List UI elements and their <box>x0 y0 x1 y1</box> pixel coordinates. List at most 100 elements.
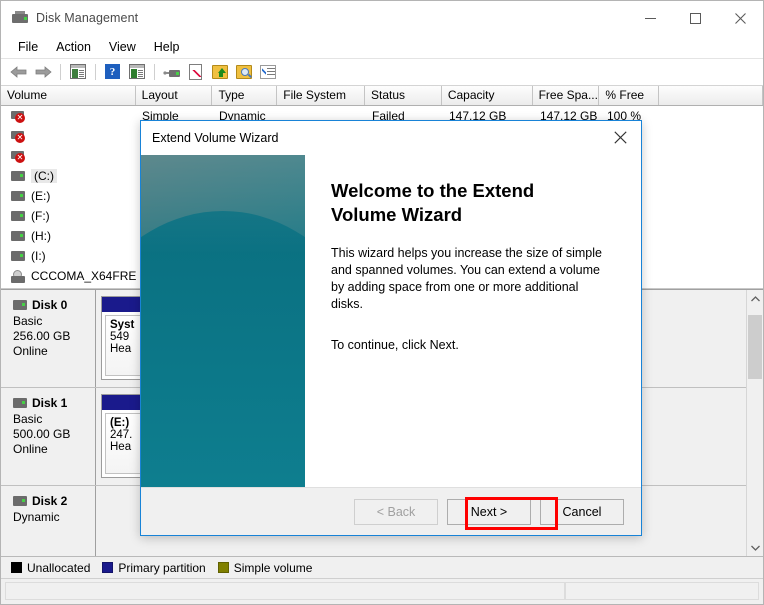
close-icon[interactable] <box>599 121 641 154</box>
column-header-volume[interactable]: Volume <box>1 86 136 105</box>
toolbar: ? <box>1 59 763 86</box>
close-icon[interactable] <box>718 1 763 35</box>
forward-arrow-icon[interactable] <box>32 61 54 83</box>
window-controls <box>628 1 763 35</box>
wizard-titlebar: Extend Volume Wizard <box>141 121 641 154</box>
toolbar-separator <box>154 64 155 80</box>
volume-cell: (I:) <box>1 249 136 263</box>
detail-view-icon[interactable] <box>257 61 279 83</box>
scrollbar-track[interactable] <box>747 307 763 539</box>
legend-swatch <box>11 562 22 573</box>
drive-icon <box>11 211 25 221</box>
volume-label: CCCOMA_X64FRE... <box>31 269 136 283</box>
legend: Unallocated Primary partition Simple vol… <box>1 556 763 578</box>
legend-label: Primary partition <box>118 560 206 575</box>
volume-cell: ✕ <box>1 130 136 143</box>
properties-icon[interactable] <box>185 61 207 83</box>
legend-swatch <box>102 562 114 573</box>
disk-name-label: Disk 0 <box>32 298 68 312</box>
volume-cell: ✕ <box>1 150 136 163</box>
back-arrow-icon[interactable] <box>8 61 30 83</box>
next-button[interactable]: Next > <box>447 498 531 525</box>
menu-item-file[interactable]: File <box>9 37 47 57</box>
wizard-continue-hint: To continue, click Next. <box>331 338 459 352</box>
disk-info-1: Disk 1 Basic 500.00 GB Online <box>1 388 96 485</box>
legend-item-simple-volume: Simple volume <box>217 560 313 575</box>
legend-label: Unallocated <box>27 560 91 575</box>
disk-size-label: 500.00 GB <box>13 427 71 441</box>
rescan-disks-icon[interactable] <box>161 61 183 83</box>
back-button[interactable]: < Back <box>354 498 438 525</box>
minimize-icon[interactable] <box>628 1 673 35</box>
disk-info-0: Disk 0 Basic 256.00 GB Online <box>1 290 96 387</box>
disk-name-label: Disk 2 <box>32 494 68 508</box>
toolbar-separator <box>60 64 61 80</box>
volume-label: (E:) <box>31 189 51 203</box>
volume-cell: (C:) <box>1 169 136 183</box>
column-header-status[interactable]: Status <box>365 86 442 105</box>
menu-item-view[interactable]: View <box>100 37 145 57</box>
disk-pane-scrollbar[interactable] <box>746 290 763 556</box>
drive-icon <box>11 171 25 181</box>
maximize-icon[interactable] <box>673 1 718 35</box>
wizard-title: Extend Volume Wizard <box>152 130 279 145</box>
toolbar-separator <box>95 64 96 80</box>
column-header-free-space[interactable]: Free Spa... <box>532 86 600 105</box>
column-header-layout[interactable]: Layout <box>135 86 213 105</box>
legend-label: Simple volume <box>233 560 313 575</box>
scroll-up-icon[interactable] <box>747 290 763 307</box>
wizard-content: Welcome to the Extend Volume Wizard This… <box>305 155 641 487</box>
drive-icon <box>11 191 25 201</box>
volume-label: (C:) <box>31 169 57 183</box>
wizard-body: Welcome to the Extend Volume Wizard This… <box>141 154 641 487</box>
volume-cell: (E:) <box>1 189 136 203</box>
menubar: File Action View Help <box>1 35 763 59</box>
column-header-percent-free[interactable]: % Free <box>599 86 660 105</box>
drive-icon <box>11 251 25 261</box>
menu-item-help[interactable]: Help <box>145 37 189 57</box>
drive-icon <box>13 496 27 506</box>
scroll-down-icon[interactable] <box>747 539 763 556</box>
legend-item-unallocated: Unallocated <box>11 561 90 575</box>
help-icon[interactable]: ? <box>102 61 124 83</box>
volume-label: (H:) <box>31 229 51 243</box>
disk-status-label: Online <box>13 442 48 456</box>
status-segment-2 <box>565 582 759 600</box>
cancel-button[interactable]: Cancel <box>540 498 624 525</box>
disk-management-window: Disk Management File Action View Help ? … <box>0 0 764 605</box>
window-titlebar: Disk Management <box>1 1 763 35</box>
disk-name-label: Disk 1 <box>32 396 68 410</box>
disk-title-0: Disk 0 <box>13 298 95 312</box>
wizard-heading: Welcome to the Extend Volume Wizard <box>331 180 535 225</box>
disk-drive-icon <box>12 10 28 26</box>
menu-item-action[interactable]: Action <box>47 37 100 57</box>
wizard-description: This wizard helps you increase the size … <box>331 246 602 311</box>
legend-swatch <box>217 562 229 573</box>
window-title: Disk Management <box>36 11 139 25</box>
volume-cell: (F:) <box>1 209 136 223</box>
disk-type-label: Basic <box>13 314 43 328</box>
disk-type-label: Dynamic <box>13 510 60 524</box>
column-header-capacity[interactable]: Capacity <box>441 86 533 105</box>
column-header-type[interactable]: Type <box>212 86 278 105</box>
find-icon[interactable] <box>233 61 255 83</box>
failed-volume-icon: ✕ <box>11 110 27 123</box>
disk-type-label: Basic <box>13 412 43 426</box>
volume-label: (I:) <box>31 249 46 263</box>
scrollbar-thumb[interactable] <box>748 315 762 379</box>
show-hide-console-tree-icon[interactable] <box>67 61 89 83</box>
cd-drive-icon <box>11 269 26 283</box>
column-header-file-system[interactable]: File System <box>277 86 366 105</box>
extend-volume-wizard-dialog: Extend Volume Wizard Welcome to the Exte… <box>140 120 642 536</box>
volume-cell: CCCOMA_X64FRE... <box>1 269 136 283</box>
show-hide-action-pane-icon[interactable] <box>126 61 148 83</box>
wizard-footer: < Back Next > Cancel <box>141 487 641 535</box>
failed-volume-icon: ✕ <box>11 150 27 163</box>
disk-title-1: Disk 1 <box>13 396 95 410</box>
disk-info-2: Disk 2 Dynamic <box>1 486 96 556</box>
export-list-icon[interactable] <box>209 61 231 83</box>
disk-size-label: 256.00 GB <box>13 329 71 343</box>
drive-icon <box>13 398 27 408</box>
legend-item-primary-partition: Primary partition <box>102 560 206 575</box>
column-header-blank[interactable] <box>659 86 763 105</box>
